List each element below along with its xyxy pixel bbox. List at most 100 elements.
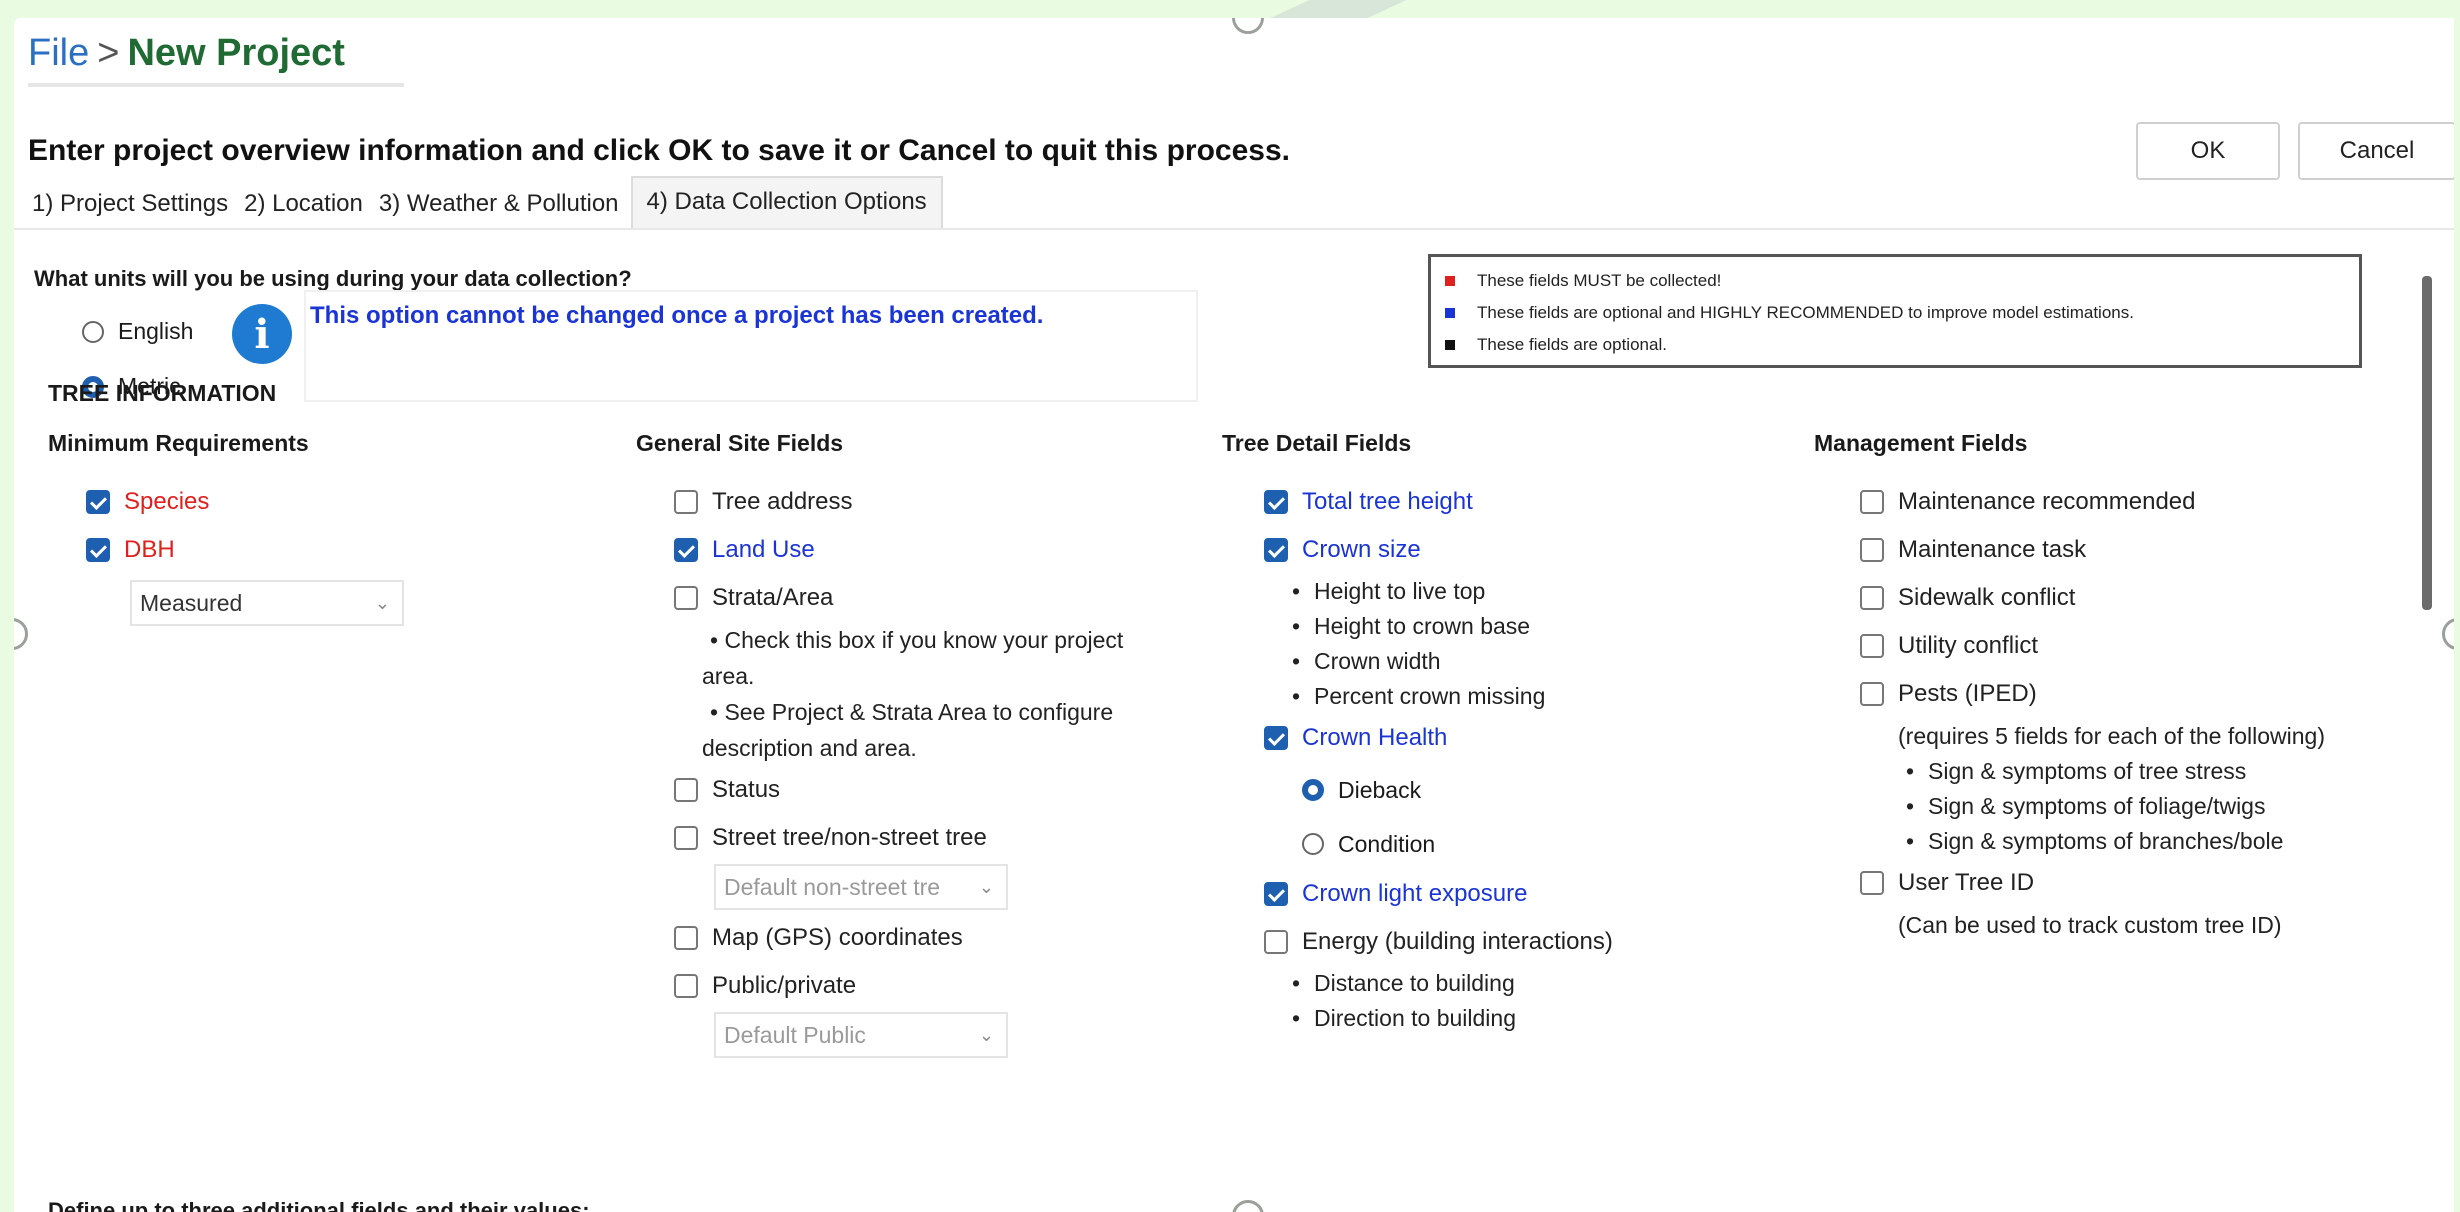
checkbox-icon[interactable] [1860, 682, 1884, 706]
checkbox-icon[interactable] [1860, 586, 1884, 610]
checkbox-maintenance-recommended[interactable]: Maintenance recommended [1860, 478, 2380, 526]
tab-weather-pollution[interactable]: 3) Weather & Pollution [375, 180, 625, 230]
checkbox-user-tree-id[interactable]: User Tree ID [1860, 859, 2380, 907]
checkbox-maintenance-task[interactable]: Maintenance task [1860, 526, 2380, 574]
radio-dieback[interactable]: Dieback [1302, 762, 1704, 818]
checkbox-icon[interactable] [674, 538, 698, 562]
list-item: Sign & symptoms of foliage/twigs [1900, 789, 2380, 824]
legend-text: These fields MUST be collected! [1477, 271, 1722, 290]
crown-light-label: Crown light exposure [1302, 880, 1528, 907]
checkbox-energy[interactable]: Energy (building interactions) [1264, 918, 1704, 966]
tab-data-collection-options[interactable]: 4) Data Collection Options [630, 176, 943, 230]
checkbox-icon[interactable] [1860, 538, 1884, 562]
checkbox-land-use[interactable]: Land Use [674, 526, 1154, 574]
strata-note-text: Check this box if you know your project … [702, 627, 1124, 689]
ok-button[interactable]: OK [2136, 122, 2280, 180]
tab-location[interactable]: 2) Location [240, 180, 369, 230]
crown-health-label: Crown Health [1302, 724, 1448, 751]
minimum-requirements-heading: Minimum Requirements [48, 430, 309, 456]
checkbox-sidewalk-conflict[interactable]: Sidewalk conflict [1860, 574, 2380, 622]
checkbox-icon[interactable] [1264, 882, 1288, 906]
species-label: Species [124, 488, 210, 515]
radio-icon[interactable] [1302, 833, 1324, 855]
sidewalk-conflict-label: Sidewalk conflict [1898, 584, 2076, 611]
strata-area-label: Strata/Area [712, 584, 834, 611]
pests-list: Sign & symptoms of tree stress Sign & sy… [1900, 754, 2380, 859]
checkbox-crown-health[interactable]: Crown Health [1264, 714, 1704, 762]
new-project-window: File > New Project Enter project overview … [14, 18, 2454, 1212]
dieback-label: Dieback [1338, 776, 1422, 803]
breadcrumb-current: New Project [127, 32, 345, 74]
checkbox-icon[interactable] [674, 490, 698, 514]
checkbox-utility-conflict[interactable]: Utility conflict [1860, 622, 2380, 670]
checkbox-crown-size[interactable]: Crown size [1264, 526, 1704, 574]
checkbox-public-private[interactable]: Public/private [674, 962, 1154, 1010]
checkbox-crown-light[interactable]: Crown light exposure [1264, 870, 1704, 918]
radio-icon[interactable] [1302, 779, 1324, 801]
checkbox-icon[interactable] [674, 974, 698, 998]
checkbox-street-tree[interactable]: Street tree/non-street tree [674, 814, 1154, 862]
legend-text: These fields are optional. [1477, 335, 1667, 354]
list-item: Crown width [1286, 644, 1704, 679]
checkbox-icon[interactable] [1860, 634, 1884, 658]
user-tree-id-label: User Tree ID [1898, 869, 2035, 896]
tab-bar: 1) Project Settings 2) Location 3) Weath… [28, 176, 949, 230]
radio-english-label: English [118, 318, 194, 344]
checkbox-map-coordinates[interactable]: Map (GPS) coordinates [674, 914, 1154, 962]
breadcrumb-file-link[interactable]: File [28, 32, 89, 74]
checkbox-icon[interactable] [86, 490, 110, 514]
energy-label: Energy (building interactions) [1302, 928, 1613, 955]
energy-list: Distance to building Direction to buildi… [1286, 966, 1704, 1036]
strata-note-text: See Project & Strata Area to configure d… [702, 699, 1114, 761]
checkbox-species[interactable]: Species [86, 478, 404, 526]
checkbox-icon[interactable] [674, 826, 698, 850]
checkbox-icon[interactable] [86, 538, 110, 562]
checkbox-icon[interactable] [674, 926, 698, 950]
radio-condition[interactable]: Condition [1302, 818, 1704, 870]
general-site-heading: General Site Fields [636, 430, 844, 456]
resize-handle-top[interactable] [1232, 18, 1264, 34]
checkbox-pests[interactable]: Pests (IPED) [1860, 670, 2380, 718]
strata-note-1: • Check this box if you know your projec… [674, 622, 1154, 694]
bullet: • [710, 627, 725, 653]
checkbox-icon[interactable] [1264, 930, 1288, 954]
pests-note: (requires 5 fields for each of the follo… [1898, 723, 2325, 749]
legend-row-required: These fields MUST be collected! [1431, 265, 2359, 297]
chevron-down-icon: ⌄ [374, 592, 390, 613]
legend-row-recommended: These fields are optional and HIGHLY REC… [1431, 297, 2359, 329]
checkbox-icon[interactable] [1860, 490, 1884, 514]
checkbox-status[interactable]: Status [674, 766, 1154, 814]
radio-english[interactable]: English [82, 318, 193, 345]
list-item: Height to live top [1286, 574, 1704, 609]
tab-project-settings[interactable]: 1) Project Settings [28, 180, 234, 230]
tree-information-heading: TREE INFORMATION [48, 380, 277, 406]
checkbox-tree-address[interactable]: Tree address [674, 478, 1154, 526]
checkbox-total-height[interactable]: Total tree height [1264, 478, 1704, 526]
list-item: Percent crown missing [1286, 679, 1704, 714]
black-square-icon [1445, 340, 1455, 350]
pests-label: Pests (IPED) [1898, 680, 2037, 707]
checkbox-dbh[interactable]: DBH [86, 526, 404, 574]
street-tree-default-select[interactable]: Default non-street tre ⌄ [714, 864, 1008, 910]
dbh-method-select[interactable]: Measured ⌄ [130, 580, 404, 626]
public-default-value: Default Public [724, 1021, 866, 1048]
checkbox-strata-area[interactable]: Strata/Area [674, 574, 1154, 622]
vertical-scrollbar[interactable] [2422, 276, 2432, 610]
checkbox-icon[interactable] [674, 586, 698, 610]
dbh-method-value: Measured [140, 589, 243, 616]
checkbox-icon[interactable] [1860, 871, 1884, 895]
public-default-select[interactable]: Default Public ⌄ [714, 1012, 1008, 1058]
breadcrumb-separator: > [97, 32, 120, 74]
checkbox-icon[interactable] [1264, 726, 1288, 750]
list-item: Direction to building [1286, 1001, 1704, 1036]
list-item: Height to crown base [1286, 609, 1704, 644]
checkbox-icon[interactable] [674, 778, 698, 802]
chevron-down-icon: ⌄ [978, 876, 994, 897]
management-column: Maintenance recommended Maintenance task… [1860, 478, 2380, 943]
public-private-label: Public/private [712, 972, 857, 999]
checkbox-icon[interactable] [1264, 490, 1288, 514]
condition-label: Condition [1338, 830, 1436, 857]
radio-icon[interactable] [82, 320, 104, 343]
cancel-button[interactable]: Cancel [2298, 122, 2454, 180]
checkbox-icon[interactable] [1264, 538, 1288, 562]
